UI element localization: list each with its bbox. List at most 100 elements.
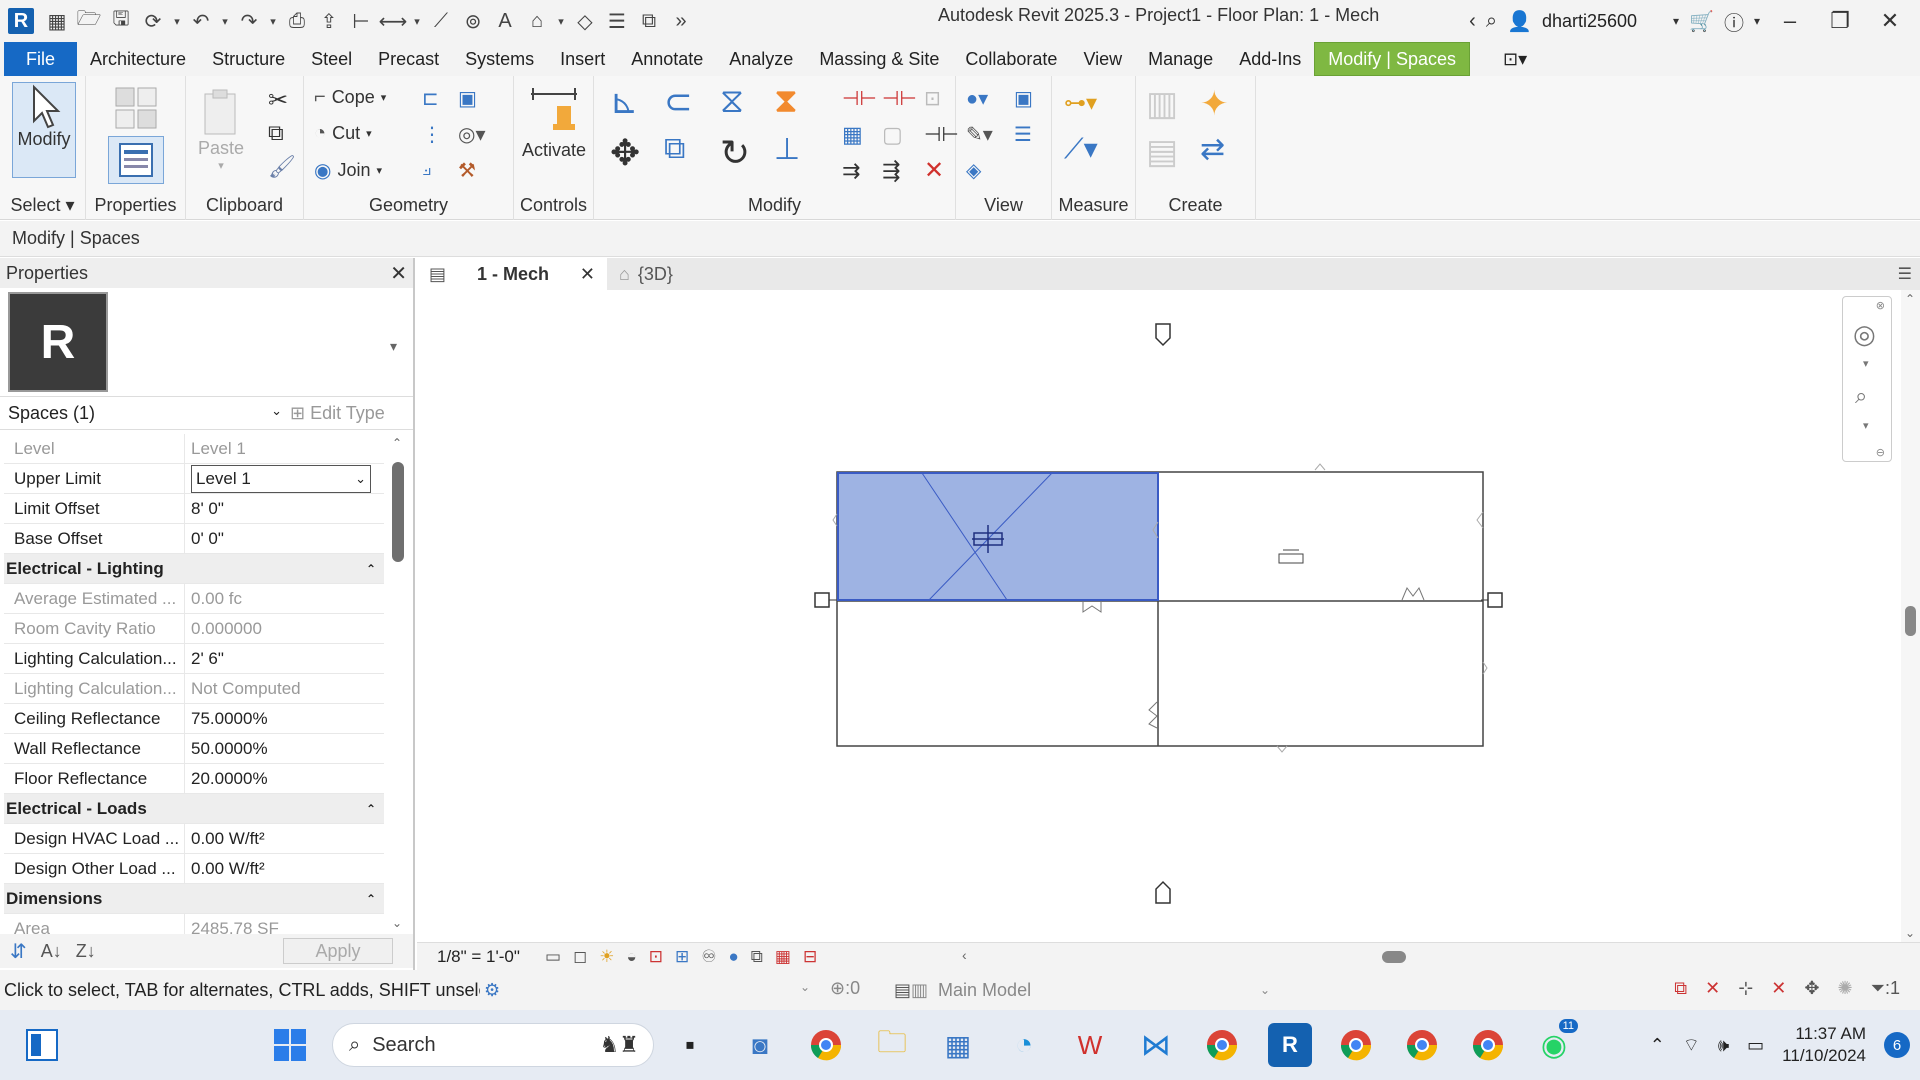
redo-icon[interactable]: ↷: [234, 6, 264, 36]
pin-icon[interactable]: ⊣⊢: [924, 122, 959, 147]
prop-row[interactable]: Average Estimated ... 0.00 fc: [4, 583, 384, 614]
mirror-draw-axis-icon[interactable]: ⧗: [774, 82, 798, 121]
status-help-icon[interactable]: ⚙: [484, 980, 500, 1001]
prop-row[interactable]: Lighting Calculation... Not Computed: [4, 673, 384, 704]
widgets-icon[interactable]: [20, 1023, 64, 1067]
vscode-icon[interactable]: ⋈: [1134, 1023, 1178, 1067]
selection-box-icon[interactable]: ◈: [966, 158, 981, 183]
open-folder-icon[interactable]: 🗁: [74, 6, 104, 36]
tab-1-mech[interactable]: ▤ 1 - Mech ✕: [417, 258, 607, 290]
elevation-marker-south[interactable]: [1155, 880, 1171, 904]
panel-toggle-icon[interactable]: ⊡▾: [1490, 42, 1540, 76]
properties-button[interactable]: [108, 136, 164, 184]
measure-icon[interactable]: ⟷: [378, 6, 408, 36]
worksets-dropdown-icon[interactable]: ⌄: [800, 980, 810, 994]
prop-row[interactable]: Design HVAC Load ... 0.00 W/ft²: [4, 823, 384, 854]
split-face-icon[interactable]: ⊏: [422, 86, 439, 111]
filter-lines-icon[interactable]: ☰: [1014, 122, 1032, 147]
task-view-icon[interactable]: ▪: [668, 1023, 712, 1067]
tab-structure[interactable]: Structure: [199, 42, 298, 76]
select-underlay-icon[interactable]: ✕: [1705, 978, 1720, 999]
rotate-icon[interactable]: ↻: [720, 132, 750, 174]
home-icon[interactable]: ▦: [42, 6, 72, 36]
prop-row-limit-offset[interactable]: Limit Offset 8' 0": [4, 493, 384, 524]
tabs-menu-icon[interactable]: ☰: [1898, 264, 1912, 284]
mirror-pick-axis-icon[interactable]: ⧖: [720, 82, 744, 121]
sync-dropdown-icon[interactable]: ▾: [170, 6, 184, 36]
chrome-profile-icon[interactable]: [1334, 1023, 1378, 1067]
tag-icon[interactable]: ⊚: [458, 6, 488, 36]
create-similar-icon[interactable]: ⇄: [1200, 132, 1225, 167]
zoom-app-icon[interactable]: ◙: [738, 1023, 782, 1067]
prop-row[interactable]: Wall Reflectance 50.0000%: [4, 733, 384, 764]
show-hidden-icons-icon[interactable]: ⌃: [1650, 1035, 1665, 1056]
revit-taskbar-icon[interactable]: R: [1268, 1023, 1312, 1067]
chrome-profile-icon[interactable]: [1466, 1023, 1510, 1067]
navbar-options-icon[interactable]: ⊖: [1876, 446, 1885, 459]
prop-row[interactable]: Lighting Calculation... 2' 6": [4, 643, 384, 674]
vertical-scrollbar[interactable]: ⌃ ⌄: [1901, 290, 1920, 942]
space-tag[interactable]: [1278, 549, 1304, 564]
file-explorer-icon[interactable]: 🗀: [870, 1023, 914, 1067]
wifi-icon[interactable]: ⌔: [1683, 1034, 1700, 1057]
paint-icon[interactable]: ◎▾: [458, 122, 486, 147]
filter-icon[interactable]: ⏷:1: [1871, 978, 1900, 999]
sort-ascending-icon[interactable]: A↓: [41, 941, 62, 962]
chrome-profile-icon[interactable]: [1200, 1023, 1244, 1067]
create-assembly-icon[interactable]: ▥: [1146, 84, 1178, 124]
prop-row[interactable]: Ceiling Reflectance 75.0000%: [4, 703, 384, 734]
section-icon[interactable]: ◇: [570, 6, 600, 36]
trim-multiple-icon[interactable]: ⇶: [882, 158, 900, 184]
properties-scrollbar[interactable]: ⌃ ⌄: [386, 434, 410, 934]
taskbar-search[interactable]: ⌕ Search ♞♜: [332, 1023, 654, 1067]
create-parts-icon[interactable]: ✦: [1200, 84, 1229, 124]
volume-icon[interactable]: 🕪: [1718, 1035, 1729, 1056]
floor-plan-drawing[interactable]: [417, 290, 1901, 942]
selected-space[interactable]: [837, 472, 1159, 601]
upper-limit-dropdown[interactable]: Level 1 ⌄: [191, 464, 371, 493]
tab-view[interactable]: View: [1070, 42, 1135, 76]
redo-dropdown-icon[interactable]: ▾: [266, 6, 280, 36]
wps-office-icon[interactable]: W: [1068, 1023, 1112, 1067]
worksharing-display-icon[interactable]: ▦: [775, 947, 791, 967]
select-pinned-icon[interactable]: ⊹: [1738, 978, 1753, 999]
restore-button[interactable]: ❐: [1820, 8, 1860, 34]
copy-modify-icon[interactable]: ⧉: [664, 132, 685, 166]
tab-add-ins[interactable]: Add-Ins: [1226, 42, 1314, 76]
group-electrical-lighting[interactable]: Electrical - Lighting ⌃: [4, 554, 384, 584]
scroll-up-icon[interactable]: ⌃: [392, 436, 402, 450]
tab-modify-spaces[interactable]: Modify | Spaces: [1314, 42, 1470, 76]
temporary-view-properties-icon[interactable]: ⧉: [751, 947, 763, 967]
crop-view-icon[interactable]: ⊡: [649, 947, 663, 967]
shadows-icon[interactable]: ◒: [626, 947, 636, 967]
tab-massing-site[interactable]: Massing & Site: [806, 42, 952, 76]
help-icon[interactable]: ⓘ: [1724, 7, 1744, 36]
modify-button[interactable]: Modify: [12, 82, 76, 178]
steering-wheel-dropdown-icon[interactable]: ▾: [1863, 357, 1869, 370]
tab-annotate[interactable]: Annotate: [618, 42, 716, 76]
override-graphics-icon[interactable]: ▣: [1014, 86, 1033, 111]
close-window-button[interactable]: ✕: [1870, 8, 1910, 34]
wall-joins-icon[interactable]: ▣: [458, 86, 477, 111]
prop-value[interactable]: 50.0000%: [184, 733, 384, 764]
horizontal-scrollbar[interactable]: ‹ ›: [962, 947, 1902, 965]
tab-insert[interactable]: Insert: [547, 42, 618, 76]
help-dropdown-icon[interactable]: ▾: [1754, 14, 1760, 28]
clock[interactable]: 11:37 AM 11/10/2024: [1782, 1023, 1866, 1067]
temporary-hide-icon[interactable]: ♾: [701, 947, 716, 967]
copy-icon[interactable]: ⧉: [268, 120, 284, 146]
scrollbar-thumb[interactable]: [392, 462, 404, 562]
trim-single-icon[interactable]: ⇉: [842, 158, 860, 184]
elevation-marker-east[interactable]: [1481, 592, 1503, 608]
door-swing[interactable]: [1401, 587, 1425, 601]
undo-icon[interactable]: ↶: [186, 6, 216, 36]
linework-icon[interactable]: ✎▾: [966, 122, 993, 147]
tab-precast[interactable]: Precast: [365, 42, 452, 76]
type-selector-dropdown-icon[interactable]: ▾: [390, 338, 397, 355]
sun-path-icon[interactable]: ☀: [599, 947, 614, 967]
measure-dropdown-icon[interactable]: ▾: [410, 6, 424, 36]
demolish-icon[interactable]: ⚒: [458, 158, 476, 183]
tab-collaborate[interactable]: Collaborate: [952, 42, 1070, 76]
undo-dropdown-icon[interactable]: ▾: [218, 6, 232, 36]
group-dimensions[interactable]: Dimensions ⌃: [4, 884, 384, 914]
